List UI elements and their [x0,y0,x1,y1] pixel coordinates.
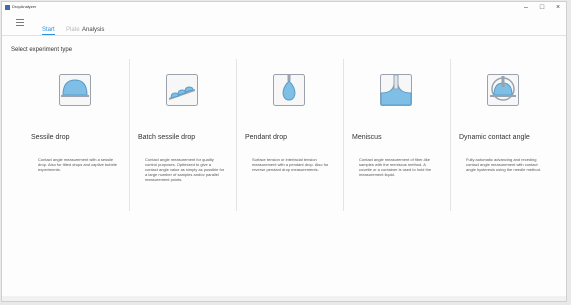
experiment-card-batch-sessile-drop[interactable]: Batch sessile drop Contact angle measure… [129,59,236,205]
window-title: DropAnalyzer [12,4,37,9]
app-window: DropAnalyzer – □ × Start Plate Analysis … [1,1,567,302]
experiment-card-pendant-drop[interactable]: Pendant drop Surface tension or interfac… [236,59,343,205]
batch-sessile-drop-icon [166,74,198,106]
close-button[interactable]: × [550,2,566,13]
top-navigation: Start Plate Analysis [2,15,566,35]
card-description: Contact angle measurement with a sessile… [38,157,117,172]
maximize-button[interactable]: □ [534,2,550,13]
card-description: Surface tension or interfacial tension m… [252,157,329,172]
title-bar: DropAnalyzer – □ × [2,2,566,13]
sessile-drop-icon [59,74,91,106]
pendant-drop-icon [273,74,305,106]
dynamic-contact-angle-icon [487,74,519,106]
minimize-button[interactable]: – [518,2,534,13]
experiment-card-dynamic-contact-angle[interactable]: Dynamic contact angle Fully automatic ad… [450,59,557,205]
nav-divider [2,35,566,36]
meniscus-icon [380,74,412,106]
card-description: Contact angle measurement for quality co… [145,157,225,182]
experiment-card-meniscus[interactable]: Meniscus Contact angle measurement of fi… [343,59,450,205]
card-title: Pendant drop [245,134,288,141]
experiment-card-sessile-drop[interactable]: Sessile drop Contact angle measurement w… [22,59,129,205]
app-icon [5,5,10,10]
card-title: Sessile drop [31,134,70,141]
card-title: Dynamic contact angle [459,134,530,141]
tab-plate[interactable]: Plate [66,26,80,34]
card-title: Meniscus [352,134,382,141]
section-title: Select experiment type [11,47,73,53]
hamburger-menu-icon[interactable] [16,19,24,26]
card-description: Fully automatic advancing and receding c… [466,157,541,172]
card-description: Contact angle measurement of fiber-like … [359,157,432,177]
status-bar [2,296,566,301]
card-title: Batch sessile drop [138,134,196,141]
tab-analysis[interactable]: Analysis [82,26,104,34]
tab-start[interactable]: Start [42,26,55,35]
